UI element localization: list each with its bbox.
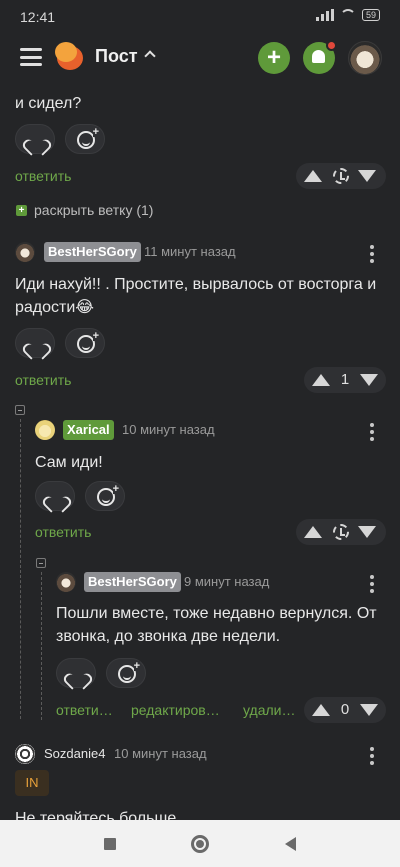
heart-icon	[48, 490, 64, 504]
add-reaction-icon: +	[77, 127, 99, 149]
rating-value: 0	[340, 701, 350, 718]
comment-time: 9 минут назад	[184, 574, 270, 589]
username-badge[interactable]: BestHerSGory	[44, 242, 141, 262]
battery-icon: 59	[361, 9, 380, 21]
more-options-icon[interactable]	[370, 747, 374, 765]
edit-link[interactable]: редактиров…	[131, 702, 220, 718]
react-button[interactable]: +	[65, 328, 105, 358]
upvote-icon[interactable]	[312, 374, 330, 386]
avatar[interactable]	[15, 242, 35, 262]
reply-link[interactable]: ответить	[15, 168, 71, 184]
pending-rating-icon	[333, 524, 349, 540]
vote-control	[296, 163, 386, 189]
comment-time: 11 минут назад	[144, 244, 236, 259]
page-title[interactable]: Пост	[95, 46, 138, 67]
add-reaction-icon: +	[118, 661, 140, 683]
thread-line[interactable]	[41, 572, 42, 720]
username-badge[interactable]: BestHerSGory	[84, 572, 181, 592]
notification-dot	[326, 40, 337, 51]
heart-icon	[28, 337, 44, 351]
downvote-icon[interactable]	[360, 704, 378, 716]
community-badge[interactable]: IN	[15, 770, 49, 796]
collapse-thread-icon[interactable]	[36, 558, 46, 568]
react-button[interactable]: +	[106, 658, 146, 688]
signal-icon	[315, 9, 334, 21]
react-button[interactable]: +	[65, 124, 105, 154]
notifications-button[interactable]	[303, 40, 337, 74]
comments-list: и сидел? + ответить + раскрыть ветку (1)…	[0, 86, 400, 820]
bell-icon	[312, 50, 325, 63]
reply-link[interactable]: ответить	[35, 524, 91, 540]
delete-link[interactable]: удали…	[243, 702, 295, 718]
like-button[interactable]	[35, 481, 75, 511]
heart-icon	[28, 133, 44, 147]
reply-link[interactable]: ответить	[15, 372, 71, 388]
comment-time: 10 минут назад	[122, 422, 215, 437]
more-options-icon[interactable]	[370, 245, 374, 263]
username-badge[interactable]: Xarical	[63, 420, 114, 440]
status-time: 12:41	[20, 9, 56, 25]
comment-text-cutoff	[15, 86, 385, 88]
downvote-icon[interactable]	[358, 170, 376, 182]
add-post-button[interactable]: +	[258, 42, 290, 74]
status-icons: 59	[315, 9, 380, 21]
expand-thread-icon[interactable]: +	[16, 205, 27, 216]
comment-text: Пошли вместе, тоже недавно вернулся. От …	[56, 605, 377, 645]
thread-line[interactable]	[20, 419, 21, 719]
pending-rating-icon	[333, 168, 349, 184]
vote-control	[296, 519, 386, 545]
upvote-icon[interactable]	[304, 170, 322, 182]
upvote-icon[interactable]	[304, 526, 322, 538]
like-button[interactable]	[56, 658, 96, 688]
back-icon[interactable]	[285, 837, 296, 851]
avatar[interactable]	[15, 744, 35, 764]
username[interactable]: Sozdanie4	[44, 744, 105, 764]
profile-avatar[interactable]	[348, 41, 382, 75]
more-options-icon[interactable]	[370, 423, 374, 441]
rating-value: 1	[340, 371, 350, 388]
downvote-icon[interactable]	[358, 526, 376, 538]
reply-link[interactable]: ответи…	[56, 702, 113, 718]
app-bar: Пост +	[0, 34, 400, 86]
upvote-icon[interactable]	[312, 704, 330, 716]
add-reaction-icon: +	[77, 331, 99, 353]
wifi-icon	[339, 9, 356, 21]
avatar[interactable]	[56, 572, 76, 592]
system-nav-bar	[0, 820, 400, 867]
more-options-icon[interactable]	[370, 575, 374, 593]
recents-icon[interactable]	[104, 838, 116, 850]
avatar[interactable]	[35, 420, 55, 440]
chevron-up-icon[interactable]	[144, 50, 156, 62]
downvote-icon[interactable]	[360, 374, 378, 386]
comment-time: 10 минут назад	[114, 746, 207, 761]
comment-text: Сам иди!	[35, 454, 103, 471]
home-icon[interactable]	[191, 835, 209, 853]
react-button[interactable]: +	[85, 481, 125, 511]
collapse-thread-icon[interactable]	[15, 405, 25, 415]
like-button[interactable]	[15, 124, 55, 154]
status-bar: 12:41 59	[0, 0, 400, 34]
menu-icon[interactable]	[20, 48, 42, 66]
comment-text: и сидел?	[15, 95, 82, 112]
comment-text: Иди нахуй!! . Простите, вырвалось от вос…	[15, 276, 377, 316]
pikabu-logo[interactable]	[55, 42, 85, 72]
vote-control: 0	[304, 697, 386, 723]
add-reaction-icon: +	[97, 484, 119, 506]
vote-control: 1	[304, 367, 386, 393]
heart-icon	[69, 667, 85, 681]
expand-thread-link[interactable]: раскрыть ветку (1)	[34, 202, 153, 218]
comment-text: Не теряйтесь больше	[15, 810, 177, 820]
like-button[interactable]	[15, 328, 55, 358]
